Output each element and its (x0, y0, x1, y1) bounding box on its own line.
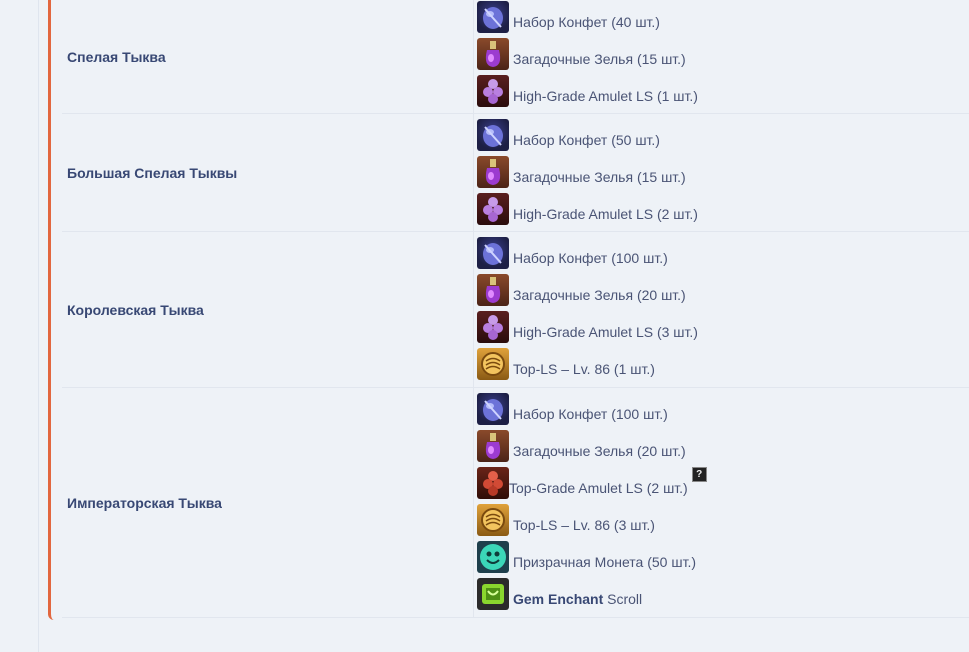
list-item[interactable]: Набор Конфет (100 шт.) (477, 388, 969, 425)
list-item[interactable]: High-Grade Amulet LS (2 шт.) (477, 188, 969, 225)
pumpkin-name: Спелая Тыква (62, 0, 474, 113)
pumpkin-name: Королевская Тыква (62, 232, 474, 387)
table-row: Спелая Тыква Набор Конфет (40 шт.) Загад… (62, 0, 969, 114)
potion-icon (477, 274, 509, 306)
list-item[interactable]: Top-LS – Lv. 86 (1 шт.) (477, 343, 969, 380)
reward-list: Набор Конфет (100 шт.) Загадочные Зелья … (474, 232, 969, 387)
amulet-icon (477, 193, 509, 225)
pumpkin-name: Императорская Тыква (62, 388, 474, 617)
candy-bag-icon (477, 237, 509, 269)
item-name-suffix: Scroll (603, 591, 643, 607)
list-item[interactable]: Загадочные Зелья (20 шт.) (477, 425, 969, 462)
list-item[interactable]: Gem Enchant Scroll (477, 573, 969, 610)
candy-bag-icon (477, 393, 509, 425)
potion-icon (477, 430, 509, 462)
help-icon[interactable]: ? (691, 467, 707, 482)
list-item[interactable]: Загадочные Зелья (20 шт.) (477, 269, 969, 306)
pumpkin-name: Большая Спелая Тыквы (62, 114, 474, 231)
top-ls-icon (477, 504, 509, 536)
gem-scroll-icon (477, 578, 509, 610)
left-gutter (0, 0, 39, 652)
table-row: Королевская Тыква Набор Конфет (100 шт.)… (62, 232, 969, 388)
reward-list: Набор Конфет (50 шт.) Загадочные Зелья (… (474, 114, 969, 231)
list-item[interactable]: Набор Конфет (100 шт.) (477, 232, 969, 269)
ghost-coin-icon (477, 541, 509, 573)
top-amulet-icon (477, 467, 509, 499)
list-item[interactable]: High-Grade Amulet LS (1 шт.) (477, 70, 969, 107)
candy-bag-icon (477, 119, 509, 151)
list-item[interactable]: Top-LS – Lv. 86 (3 шт.) (477, 499, 969, 536)
top-ls-icon (477, 348, 509, 380)
potion-icon (477, 38, 509, 70)
amulet-icon (477, 75, 509, 107)
reward-list: Набор Конфет (40 шт.) Загадочные Зелья (… (474, 0, 969, 113)
potion-icon (477, 156, 509, 188)
candy-bag-icon (477, 1, 509, 33)
list-item[interactable]: Загадочные Зелья (15 шт.) (477, 33, 969, 70)
reward-table: Спелая Тыква Набор Конфет (40 шт.) Загад… (62, 0, 969, 618)
item-name-bold: Gem Enchant (513, 591, 604, 607)
list-item[interactable]: Набор Конфет (50 шт.) (477, 114, 969, 151)
table-row: Императорская Тыква Набор Конфет (100 шт… (62, 388, 969, 618)
list-item[interactable]: Призрачная Монета (50 шт.) (477, 536, 969, 573)
list-item[interactable]: Набор Конфет (40 шт.) (477, 0, 969, 33)
list-item[interactable]: Top-Grade Amulet LS (2 шт.) ? (477, 462, 969, 499)
table-row: Большая Спелая Тыквы Набор Конфет (50 шт… (62, 114, 969, 232)
reward-list: Набор Конфет (100 шт.) Загадочные Зелья … (474, 388, 969, 617)
list-item[interactable]: High-Grade Amulet LS (3 шт.) (477, 306, 969, 343)
amulet-icon (477, 311, 509, 343)
list-item[interactable]: Загадочные Зелья (15 шт.) (477, 151, 969, 188)
